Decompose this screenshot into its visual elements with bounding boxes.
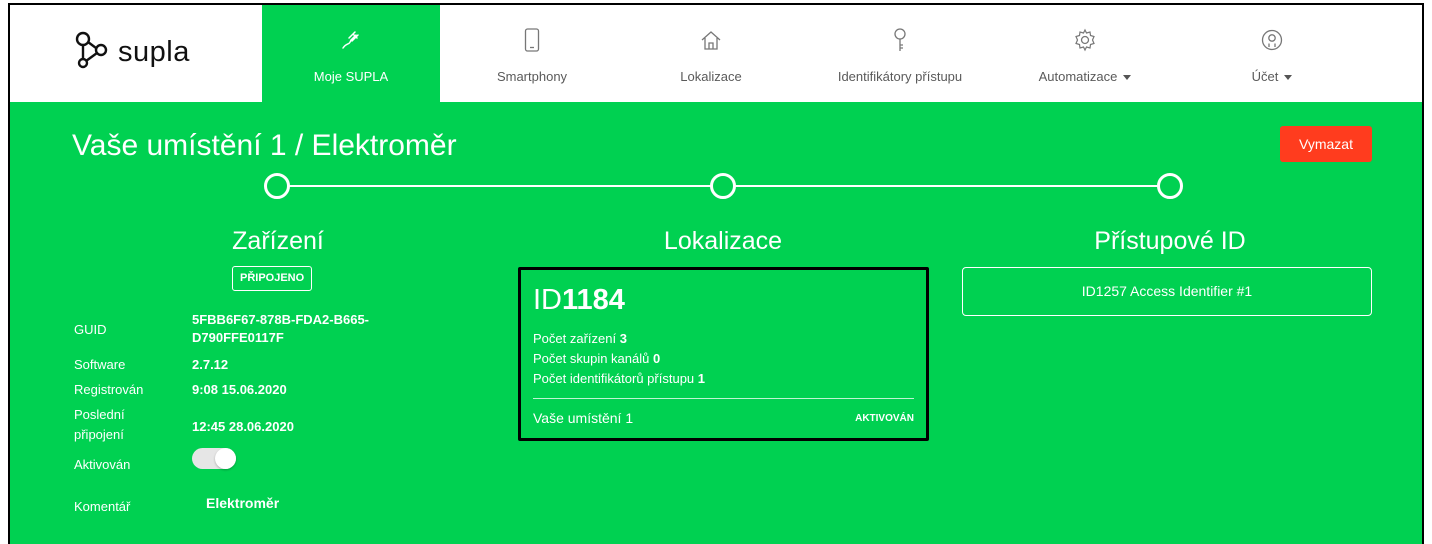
nav-label-wrap: Účet (1252, 69, 1293, 84)
location-name: Vaše umístění 1 (533, 410, 634, 426)
home-icon (700, 27, 722, 53)
toggle-knob (215, 448, 236, 469)
last-connection-label-line2: připojení (74, 427, 124, 442)
location-id-number: 1184 (562, 284, 625, 316)
page-title: Vaše umístění 1 / Elektroměr (72, 129, 457, 162)
brand-name: supla (118, 36, 190, 68)
last-connection-value: 12:45 28.06.2020 (192, 419, 294, 434)
nav-label: Automatizace (1038, 69, 1118, 84)
access-identifier-card[interactable]: ID1257 Access Identifier #1 (962, 267, 1372, 316)
nav-item-lokalizace[interactable]: Lokalizace (656, 5, 766, 102)
active-toggle[interactable] (192, 448, 236, 469)
registered-value: 9:08 15.06.2020 (192, 382, 287, 397)
registered-label: Registrován (74, 382, 144, 397)
key-icon (892, 27, 908, 53)
channel-groups-value: 0 (652, 351, 661, 366)
supla-logo-icon (74, 31, 108, 74)
connection-status-badge: PŘIPOJENO (232, 266, 313, 291)
nav-item-identifikatory[interactable]: Identifikátory přístupu (810, 5, 990, 102)
chevron-down-icon (1123, 75, 1132, 81)
smartphone-icon (524, 27, 540, 53)
devices-count-row: Počet zařízení 3 (533, 329, 914, 349)
nav-label: Smartphony (496, 69, 568, 84)
nav-item-moje-supla[interactable]: Moje SUPLA (262, 5, 440, 102)
location-id: ID1184 (533, 284, 914, 317)
devices-count-label: Počet zařízení (533, 331, 617, 346)
location-card-footer: Vaše umístění 1 AKTIVOVÁN (533, 410, 914, 426)
access-column-heading: Přístupové ID (1094, 227, 1246, 255)
nav-label: Účet (1251, 69, 1279, 84)
guid-value-line2: D790FFE0117F (192, 330, 284, 345)
comment-label: Komentář (74, 499, 131, 514)
timeline-node-location (710, 173, 736, 199)
gear-icon (1073, 27, 1097, 53)
nav-item-automatizace[interactable]: Automatizace (1020, 5, 1150, 102)
software-label: Software (74, 357, 126, 372)
channel-groups-row: Počet skupin kanálů 0 (533, 349, 914, 369)
timeline-node-device (264, 173, 290, 199)
device-column-heading: Zařízení (232, 227, 324, 255)
app-window: supla Moje SUPLA Smartphony Lokalizace I (8, 3, 1424, 544)
access-ids-row: Počet identifikátorů přístupu 1 (533, 369, 914, 389)
timeline-node-access (1157, 173, 1183, 199)
location-column-heading: Lokalizace (663, 227, 783, 255)
access-ids-label: Počet identifikátorů přístupu (533, 371, 695, 386)
chevron-down-icon (1284, 75, 1293, 81)
access-ids-value: 1 (697, 371, 706, 386)
nav-label: Identifikátory přístupu (837, 69, 963, 84)
card-divider (533, 398, 914, 399)
channel-groups-label: Počet skupin kanálů (533, 351, 650, 366)
guid-value-line1: 5FBB6F67-878B-FDA2-B665- (192, 312, 369, 327)
comment-value[interactable]: Elektroměr (206, 495, 279, 512)
nav-label-wrap: Automatizace (1039, 69, 1132, 84)
top-navigation: supla Moje SUPLA Smartphony Lokalizace I (10, 5, 1422, 102)
location-id-prefix: ID (533, 284, 562, 316)
location-stats: Počet zařízení 3 Počet skupin kanálů 0 P… (533, 329, 914, 389)
plug-icon (339, 27, 363, 53)
nav-item-smartphony[interactable]: Smartphony (462, 5, 602, 102)
last-connection-label-line1: Poslední (74, 407, 125, 422)
brand-logo[interactable]: supla (74, 31, 190, 74)
delete-button[interactable]: Vymazat (1280, 126, 1372, 162)
user-icon (1261, 27, 1283, 53)
guid-label: GUID (74, 322, 107, 337)
nav-label: Lokalizace (680, 69, 742, 84)
nav-label: Moje SUPLA (313, 69, 389, 84)
nav-item-ucet[interactable]: Účet (1222, 5, 1322, 102)
location-card[interactable]: ID1184 Počet zařízení 3 Počet skupin kan… (518, 267, 929, 441)
active-label: Aktivován (74, 457, 131, 472)
location-status: AKTIVOVÁN (855, 412, 914, 424)
devices-count-value: 3 (619, 331, 627, 346)
software-value: 2.7.12 (192, 357, 229, 372)
